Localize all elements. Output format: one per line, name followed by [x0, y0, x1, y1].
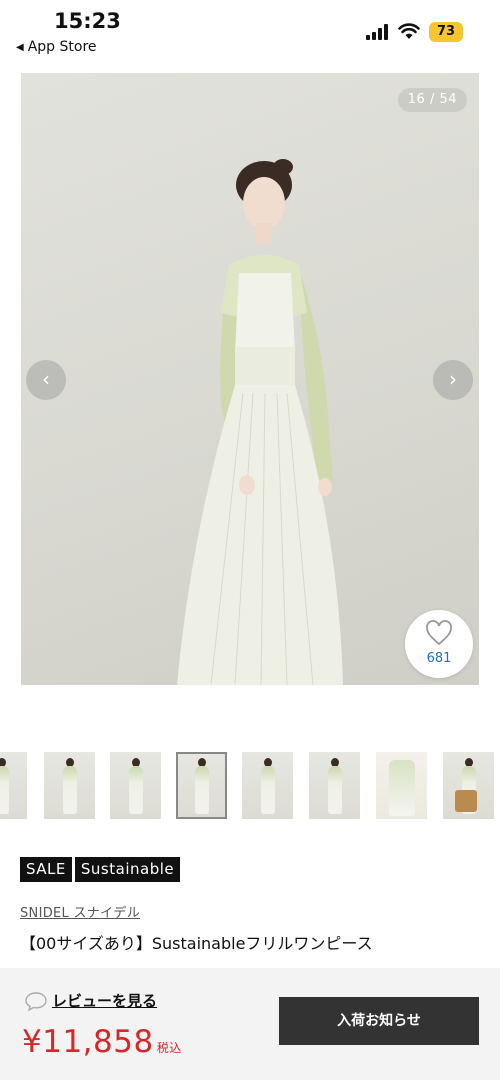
review-link-label: レビューを見る: [52, 992, 158, 1010]
thumbnail[interactable]: [110, 752, 161, 819]
favorite-button[interactable]: 681: [405, 610, 473, 678]
thumbnail[interactable]: [309, 752, 360, 819]
price: ¥11,858 税込: [22, 1024, 182, 1060]
product-title: 【00サイズあり】Sustainableフリルワンピース: [20, 934, 373, 953]
battery-indicator: 73: [429, 22, 463, 42]
thumbnail-strip: [0, 752, 500, 820]
thumbnail[interactable]: [443, 752, 494, 819]
next-image-button[interactable]: ›: [433, 360, 473, 400]
thumbnail-selected[interactable]: [176, 752, 227, 819]
status-bar: 15:23 ◀ App Store 73: [0, 0, 500, 66]
favorite-count: 681: [426, 651, 452, 666]
heart-icon: [426, 620, 452, 646]
product-tags: SALE Sustainable: [20, 857, 181, 882]
image-page-counter: 16 / 54: [397, 88, 467, 112]
tax-label: 税込: [156, 1041, 182, 1055]
chevron-left-icon: ‹: [42, 367, 50, 391]
back-app-label: App Store: [27, 39, 97, 55]
wifi-icon: [398, 22, 420, 40]
thumbnail[interactable]: [376, 752, 427, 819]
restock-notify-button[interactable]: 入荷お知らせ: [279, 997, 479, 1045]
price-value: ¥11,858: [22, 1024, 154, 1060]
sustainable-tag: Sustainable: [74, 857, 181, 882]
previous-image-button[interactable]: ‹: [26, 360, 66, 400]
sale-tag: SALE: [20, 857, 72, 882]
thumbnail[interactable]: [0, 752, 27, 819]
back-triangle-icon: ◀: [16, 41, 24, 53]
review-link[interactable]: レビューを見る: [24, 990, 157, 1011]
chevron-right-icon: ›: [449, 367, 457, 391]
purchase-bar: レビューを見る ¥11,858 税込 入荷お知らせ: [0, 968, 500, 1080]
back-to-app-store-link[interactable]: ◀ App Store: [16, 39, 97, 55]
main-product-image[interactable]: 16 / 54 ‹ › 681: [21, 73, 479, 685]
brand-link[interactable]: SNIDEL スナイデル: [20, 902, 140, 921]
speech-bubble-icon: [25, 991, 47, 1011]
status-time: 15:23: [54, 9, 121, 33]
thumbnail[interactable]: [242, 752, 293, 819]
cellular-signal-icon: [366, 24, 390, 40]
thumbnail[interactable]: [44, 752, 95, 819]
model-photo: [177, 159, 343, 685]
